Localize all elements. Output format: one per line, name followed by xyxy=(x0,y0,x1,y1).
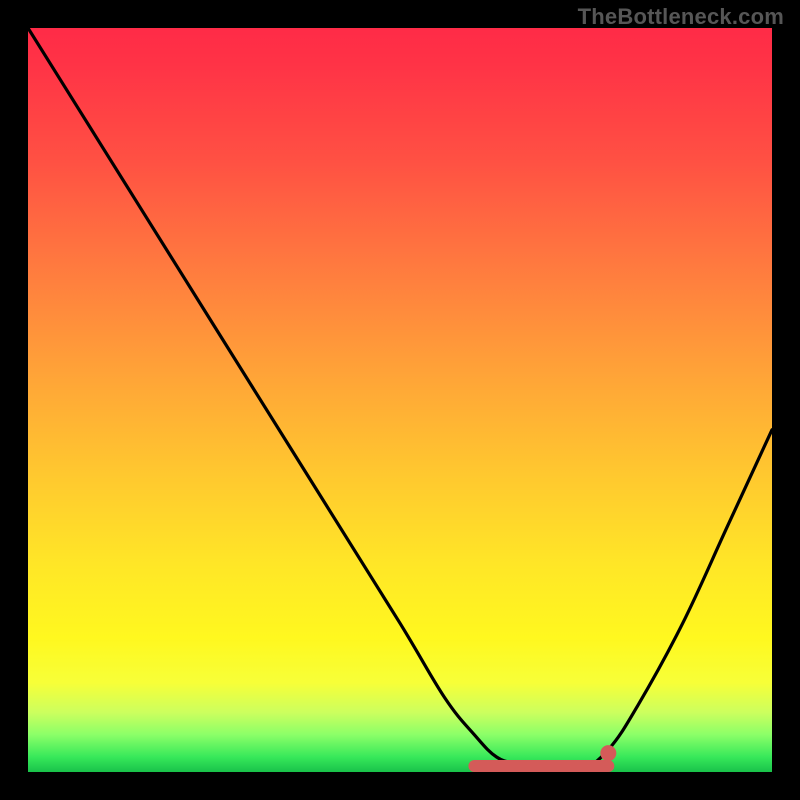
watermark-text: TheBottleneck.com xyxy=(578,4,784,30)
highlight-end-dot xyxy=(600,745,616,761)
chart-frame: { "watermark": "TheBottleneck.com", "col… xyxy=(0,0,800,800)
bottleneck-curve-line xyxy=(28,28,772,772)
curve-layer xyxy=(28,28,772,772)
plot-area xyxy=(28,28,772,772)
